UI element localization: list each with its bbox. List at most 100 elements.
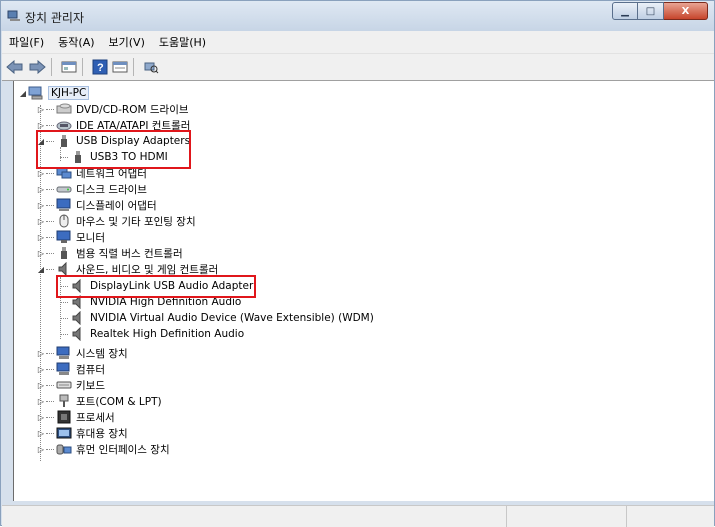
tree-connector: [46, 252, 54, 254]
expand-icon[interactable]: ▷: [36, 429, 46, 438]
tree-item-label: 컴퓨터: [76, 363, 105, 376]
tree-item-label: 모니터: [76, 231, 105, 244]
menu-file[interactable]: 파일(F): [2, 34, 51, 50]
expand-icon[interactable]: ▷: [36, 185, 46, 194]
tree-item[interactable]: ▷ 범용 직렬 버스 컨트롤러: [36, 245, 183, 261]
tree-connector: [46, 432, 54, 434]
close-button[interactable]: X: [664, 2, 708, 20]
tree-connector: [46, 416, 54, 418]
tree-item[interactable]: ▷ 시스템 장치: [36, 345, 128, 361]
menu-help[interactable]: 도움말(H): [152, 34, 213, 50]
tree-item[interactable]: ▷ 디스크 드라이브: [36, 181, 147, 197]
tree-root-label: KJH-PC: [48, 86, 90, 100]
tree-connector: [46, 172, 54, 174]
portable-device-icon: [56, 427, 72, 439]
expand-icon[interactable]: ▷: [36, 201, 46, 210]
highlight-box-displaylink-audio: [56, 275, 256, 298]
computer-icon: [56, 346, 70, 359]
minimize-icon: ▁: [621, 5, 629, 17]
expand-icon[interactable]: ▷: [36, 169, 46, 178]
expand-icon[interactable]: ▷: [36, 381, 46, 390]
menu-bar: 파일(F) 동작(A) 보기(V) 도움말(H): [2, 31, 714, 54]
speaker-icon: [58, 262, 67, 276]
tree-connector: [46, 220, 54, 222]
tree-connector: [46, 204, 54, 206]
expand-icon[interactable]: ▷: [36, 365, 46, 374]
tree-item[interactable]: ▷ 키보드: [36, 377, 105, 393]
collapse-icon[interactable]: ◢: [36, 265, 46, 274]
expand-icon[interactable]: ▷: [36, 413, 46, 422]
tree-connector: [46, 384, 54, 386]
computer-icon: [56, 362, 70, 375]
tree-item[interactable]: ▷ DVD/CD-ROM 드라이브: [36, 101, 189, 117]
forward-arrow-icon: [29, 60, 46, 74]
tree-connector: [46, 268, 54, 270]
status-pane: [2, 506, 507, 527]
toolbar: ?: [2, 54, 714, 81]
expand-icon[interactable]: ▷: [36, 217, 46, 226]
scan-hardware-button[interactable]: [143, 57, 159, 77]
scan-hardware-icon: [144, 62, 159, 74]
expand-icon[interactable]: ▷: [36, 349, 46, 358]
help-button[interactable]: ?: [92, 57, 108, 77]
tree-connector: [60, 317, 68, 319]
tree-view-icon: [61, 61, 77, 73]
tree-connector: [46, 448, 54, 450]
tree-child-item[interactable]: Realtek High Definition Audio: [60, 326, 244, 342]
device-tree[interactable]: ◢ KJH-PC ▷ DVD/CD-ROM 드라이브 ▷ IDE ATA/ATA…: [13, 81, 714, 501]
tree-item[interactable]: ▷ 모니터: [36, 229, 105, 245]
tree-item-label: 포트(COM & LPT): [76, 395, 162, 408]
expand-icon[interactable]: ▷: [36, 105, 46, 114]
tree-connector: [46, 352, 54, 354]
forward-button[interactable]: [28, 57, 46, 77]
speaker-icon: [72, 311, 81, 325]
expand-icon[interactable]: ▷: [36, 121, 46, 130]
expand-icon[interactable]: ▷: [36, 397, 46, 406]
back-button[interactable]: [6, 57, 24, 77]
expand-icon[interactable]: ▷: [36, 445, 46, 454]
monitor-icon: [56, 230, 71, 243]
device-manager-icon: [7, 10, 20, 21]
tree-item-label: 범용 직렬 버스 컨트롤러: [76, 247, 183, 260]
tree-item[interactable]: ▷ 휴대용 장치: [36, 425, 128, 441]
menu-action[interactable]: 동작(A): [51, 34, 101, 50]
tree-item-label: 시스템 장치: [76, 347, 128, 360]
tree-child-item[interactable]: NVIDIA Virtual Audio Device (Wave Extens…: [60, 310, 374, 326]
title-bar[interactable]: 장치 관리자 ▁ □ X: [1, 1, 714, 31]
tree-item[interactable]: ▷ 컴퓨터: [36, 361, 105, 377]
collapse-icon[interactable]: ◢: [18, 89, 28, 98]
tree-item-label: 디스크 드라이브: [76, 183, 147, 196]
status-pane: [627, 506, 714, 527]
minimize-button[interactable]: ▁: [612, 2, 638, 20]
tree-connector: [46, 188, 54, 190]
properties-button[interactable]: [112, 57, 128, 77]
tree-item-label: 프로세서: [76, 411, 115, 424]
tree-item[interactable]: ▷ 포트(COM & LPT): [36, 393, 162, 409]
processor-icon: [57, 410, 71, 424]
tree-item-label: 마우스 및 기타 포인팅 장치: [76, 215, 196, 228]
tree-item-label: DVD/CD-ROM 드라이브: [76, 103, 189, 116]
tree-item-label: 키보드: [76, 379, 105, 392]
expand-icon[interactable]: ▷: [36, 233, 46, 242]
properties-icon: [112, 61, 128, 73]
menu-view[interactable]: 보기(V): [102, 34, 152, 50]
tree-item-label: 디스플레이 어댑터: [76, 199, 157, 212]
tree-item[interactable]: ▷ 프로세서: [36, 409, 115, 425]
tree-item-label: NVIDIA Virtual Audio Device (Wave Extens…: [90, 312, 374, 324]
mouse-icon: [59, 214, 69, 228]
highlight-box-usb-display: [36, 130, 191, 169]
tree-item-label: 휴대용 장치: [76, 427, 128, 440]
tree-item-label: 휴먼 인터페이스 장치: [76, 443, 170, 456]
tree-item[interactable]: ▷ 휴먼 인터페이스 장치: [36, 441, 170, 457]
expand-icon[interactable]: ▷: [36, 249, 46, 258]
maximize-button[interactable]: □: [638, 2, 664, 20]
tree-item[interactable]: ▷ 디스플레이 어댑터: [36, 197, 157, 213]
tree-root[interactable]: ◢ KJH-PC: [18, 85, 90, 101]
display-adapter-icon: [56, 198, 71, 211]
show-hide-tree-button[interactable]: [61, 57, 77, 77]
disk-drive-icon: [56, 186, 72, 193]
svg-text:?: ?: [97, 62, 104, 74]
tree-connector: [46, 124, 54, 126]
status-bar: [2, 505, 714, 527]
tree-item[interactable]: ▷ 마우스 및 기타 포인팅 장치: [36, 213, 196, 229]
